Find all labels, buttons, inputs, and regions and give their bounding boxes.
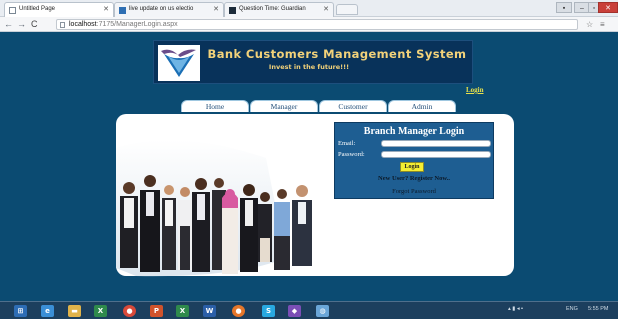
skype-icon[interactable]: S: [262, 305, 275, 317]
top-login-link[interactable]: Login: [466, 86, 484, 94]
content-panel: Branch Manager Login Email: Password: Lo…: [116, 114, 514, 278]
browser-tab[interactable]: Question Time: Guardian ✕: [224, 2, 334, 17]
browser-tab-title: Untitled Page: [19, 6, 56, 12]
page-icon: [229, 7, 236, 14]
address-bar[interactable]: localhost:7175/ManagerLogin.aspx: [56, 19, 578, 30]
firefox-icon[interactable]: ●: [232, 305, 245, 317]
user-icon[interactable]: ▪: [556, 2, 572, 13]
url-text: localhost:7175/ManagerLogin.aspx: [69, 21, 178, 28]
site-title: Bank Customers Management System: [207, 47, 467, 61]
browser-tab-title: Question Time: Guardian: [239, 6, 306, 12]
nav-tab-customer[interactable]: Customer: [319, 100, 387, 112]
bank-logo: [158, 45, 200, 81]
tray-icons[interactable]: ▴ ▮ ◂ ▪: [508, 306, 523, 312]
visual-studio-icon[interactable]: ◆: [288, 305, 301, 317]
screen: Untitled Page ✕ live update on us electi…: [0, 0, 618, 319]
arrow-left-icon[interactable]: ←: [4, 18, 13, 30]
email-label: Email:: [338, 140, 356, 147]
password-field[interactable]: [381, 151, 491, 158]
new-tab-button[interactable]: [336, 4, 358, 15]
arrow-right-icon[interactable]: →: [17, 18, 26, 30]
page-icon: [119, 7, 126, 14]
reload-icon[interactable]: C: [31, 18, 38, 30]
close-icon[interactable]: ✕: [103, 5, 109, 13]
staff-group-photo: [116, 128, 326, 278]
chrome-icon[interactable]: ●: [123, 305, 136, 317]
windows-start-icon[interactable]: ⊞: [14, 305, 27, 317]
taskbar: ⊞ e ▬ X ● P X W ● S ◆ ◍ ▴ ▮ ◂ ▪ ENG 5:55…: [0, 301, 618, 319]
page-icon: [60, 22, 65, 28]
menu-icon[interactable]: ≡: [600, 19, 605, 30]
email-field[interactable]: [381, 140, 491, 147]
browser-tab-title: live update on us electio: [129, 6, 194, 12]
page-icon: [9, 7, 16, 14]
excel-icon[interactable]: X: [176, 305, 189, 317]
nav-tab-manager[interactable]: Manager: [250, 100, 318, 112]
login-button[interactable]: Login: [400, 162, 424, 172]
close-icon[interactable]: ✕: [323, 5, 329, 13]
nav-tab-admin[interactable]: Admin: [388, 100, 456, 112]
password-label: Password:: [338, 151, 365, 158]
nav-tab-home[interactable]: Home: [181, 100, 249, 112]
powerpoint-icon[interactable]: P: [150, 305, 163, 317]
register-link[interactable]: New User? Register Now..: [335, 175, 493, 182]
browser-tab[interactable]: live update on us electio ✕: [114, 2, 224, 17]
browser-tab-strip: Untitled Page ✕ live update on us electi…: [0, 0, 618, 17]
file-explorer-icon[interactable]: ▬: [68, 305, 81, 317]
browser-toolbar: ← → C localhost:7175/ManagerLogin.aspx ☆…: [0, 17, 618, 32]
site-tagline: Invest in the future!!!: [268, 63, 350, 71]
browser-tab[interactable]: Untitled Page ✕: [4, 2, 114, 17]
ie-icon[interactable]: e: [41, 305, 54, 317]
clock[interactable]: 5:55 PM: [588, 306, 608, 312]
star-icon[interactable]: ☆: [586, 19, 593, 30]
close-window-button[interactable]: ✕: [598, 2, 618, 13]
login-form-title: Branch Manager Login: [363, 126, 465, 137]
excel-icon[interactable]: X: [94, 305, 107, 317]
close-icon[interactable]: ✕: [213, 5, 219, 13]
branch-manager-login-form: Branch Manager Login Email: Password: Lo…: [334, 122, 494, 199]
word-icon[interactable]: W: [203, 305, 216, 317]
paint-icon[interactable]: ◍: [316, 305, 329, 317]
language-indicator[interactable]: ENG: [566, 306, 578, 312]
site-banner: Bank Customers Management System Invest …: [153, 40, 473, 84]
forgot-password-link[interactable]: Forgot Password: [335, 188, 493, 195]
